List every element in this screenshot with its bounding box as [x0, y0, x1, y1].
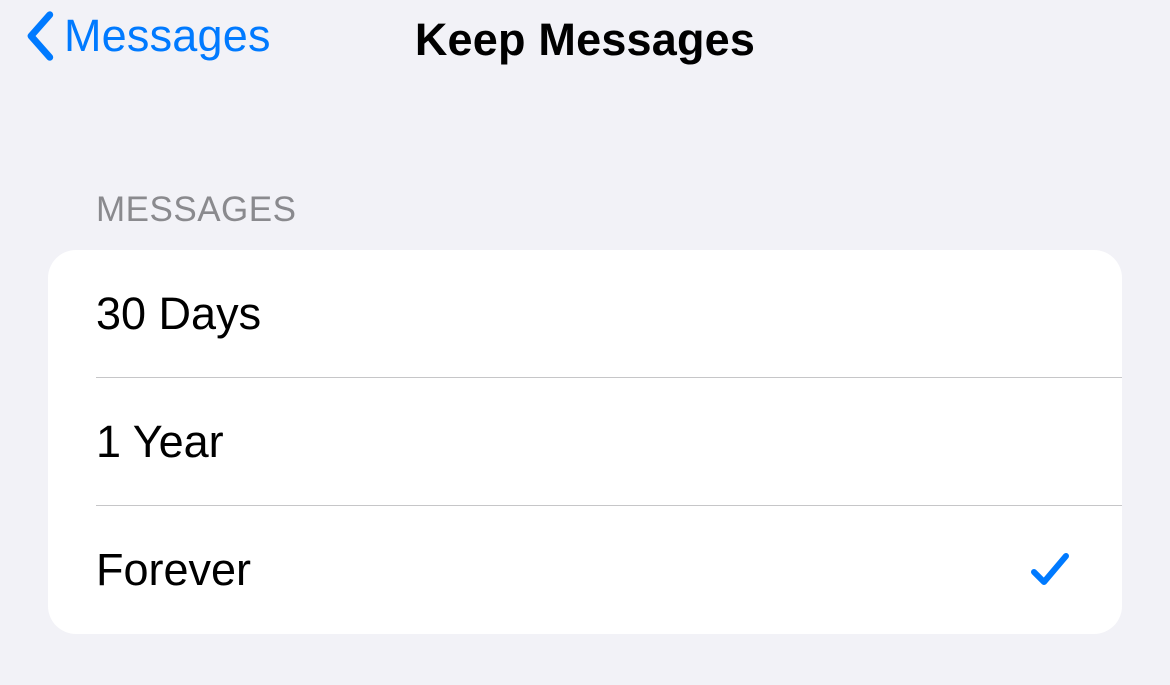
option-1-year[interactable]: 1 Year [48, 378, 1122, 506]
option-label: Forever [96, 544, 251, 596]
back-label: Messages [64, 10, 271, 62]
chevron-left-icon [24, 11, 58, 61]
checkmark-icon [1026, 546, 1074, 594]
option-label: 1 Year [96, 416, 224, 468]
navigation-bar: Messages Keep Messages [0, 0, 1170, 90]
option-label: 30 Days [96, 288, 261, 340]
page-title: Keep Messages [415, 14, 755, 66]
back-button[interactable]: Messages [24, 10, 271, 62]
content-area: MESSAGES 30 Days 1 Year Forever [0, 190, 1170, 634]
option-forever[interactable]: Forever [48, 506, 1122, 634]
option-30-days[interactable]: 30 Days [48, 250, 1122, 378]
section-header: MESSAGES [48, 190, 1122, 230]
options-list: 30 Days 1 Year Forever [48, 250, 1122, 634]
